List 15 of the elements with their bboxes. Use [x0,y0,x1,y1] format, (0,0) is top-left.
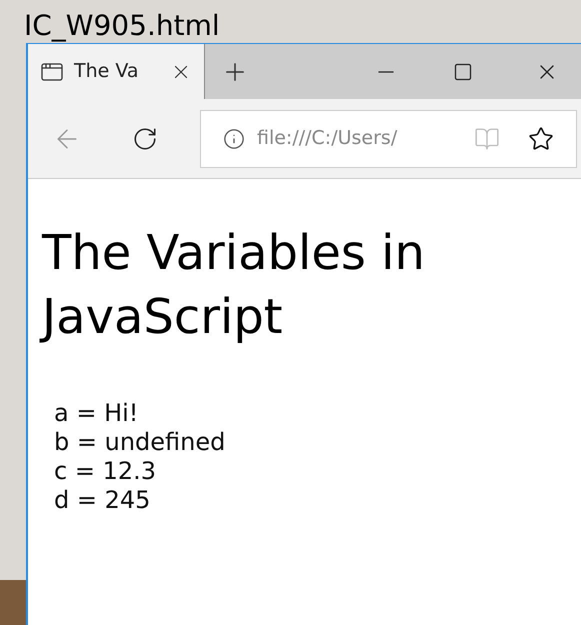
variable-line: b = undefined [54,428,226,457]
variable-line: d = 245 [54,486,152,515]
browser-tab[interactable]: The Va [28,44,205,99]
photo-placeholder [0,580,26,625]
info-icon [223,128,245,150]
favorite-icon[interactable] [528,126,554,152]
address-bar[interactable]: file:///C:/Users/ [200,110,577,168]
file-label: IC_W905.html [24,9,220,43]
maximize-icon[interactable] [453,62,473,82]
variable-line: c = 12.3 [54,457,157,486]
address-text: file:///C:/Users/ [257,126,398,152]
variable-line: a = Hi! [54,399,140,428]
tab-title: The Va [74,59,139,84]
refresh-icon[interactable] [132,126,158,152]
page-heading: The Variables in JavaScript [42,221,502,349]
